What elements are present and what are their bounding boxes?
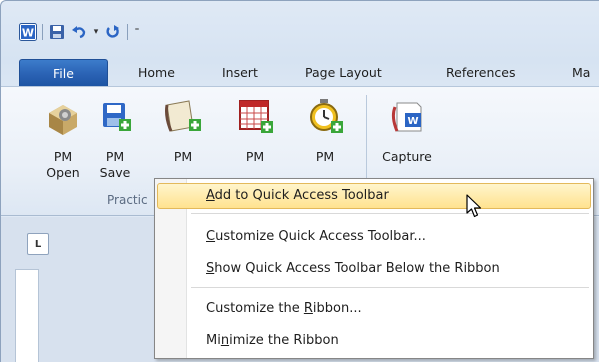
pm-save-button[interactable]: PM Save [93, 87, 137, 192]
svg-text:W: W [407, 116, 418, 127]
pm-open-icon [49, 105, 77, 135]
context-menu: Add to Quick Access Toolbar Customize Qu… [154, 178, 594, 359]
menu-item-minimize-ribbon[interactable]: Minimize the Ribbon [157, 328, 591, 354]
save-icon[interactable] [46, 22, 68, 42]
qat-separator [42, 24, 43, 40]
qat-separator [127, 24, 128, 40]
tab-home[interactable]: Home [138, 59, 175, 86]
svg-text:W: W [22, 27, 34, 40]
customize-qat-icon[interactable]: ⁼ [131, 27, 143, 37]
tab-stop-icon: L [34, 238, 42, 250]
undo-icon[interactable] [68, 22, 90, 42]
tab-references[interactable]: References [446, 59, 515, 86]
pm-notes-label: PM [173, 149, 193, 164]
pm-save-icon [103, 103, 131, 131]
pm-notes-button[interactable]: PM [161, 87, 205, 192]
pm-timer-icon [310, 99, 343, 133]
word-app-icon[interactable]: W [17, 22, 39, 42]
pm-calendar-button[interactable]: PM [233, 87, 277, 192]
menu-item-add-to-qat[interactable]: Add to Quick Access Toolbar [157, 183, 591, 209]
capture-button[interactable]: W Capture [379, 87, 435, 192]
menu-item-customize-ribbon[interactable]: Customize the Ribbon... [157, 296, 591, 322]
pm-timer-button[interactable]: PM [303, 87, 347, 192]
ribbon-tabs: File Home Insert Page Layout References … [1, 59, 599, 86]
capture-icon: W [391, 102, 422, 132]
pm-save-label: PM Save [99, 149, 131, 180]
ribbon-group-label: Practic [107, 193, 148, 207]
pm-calendar-icon [239, 100, 273, 133]
word-window: W ▾ ⁼ File Home Insert Page Layout Refer… [0, 0, 599, 362]
repeat-icon[interactable] [102, 22, 124, 42]
tab-selector-button[interactable]: L [27, 233, 49, 255]
menu-item-customize-qat[interactable]: Customize Quick Access Toolbar... [157, 224, 591, 250]
pm-calendar-label: PM [245, 149, 265, 164]
tab-page-layout[interactable]: Page Layout [305, 59, 382, 86]
mouse-cursor-icon [466, 194, 482, 218]
menu-separator [191, 287, 589, 288]
quick-access-toolbar: W ▾ ⁼ [17, 21, 143, 43]
tab-mailings[interactable]: Ma [572, 59, 590, 86]
undo-dropdown-icon[interactable]: ▾ [90, 27, 102, 37]
tab-file[interactable]: File [19, 59, 108, 86]
tab-insert[interactable]: Insert [222, 59, 258, 86]
pm-open-label: PM Open [46, 149, 80, 180]
pm-open-button[interactable]: PM Open [41, 87, 85, 192]
menu-separator [191, 213, 589, 214]
menu-item-show-qat-below[interactable]: Show Quick Access Toolbar Below the Ribb… [157, 256, 591, 282]
pm-notes-icon [165, 100, 201, 132]
pm-timer-label: PM [315, 149, 335, 164]
capture-label: Capture [382, 149, 432, 164]
vertical-ruler [15, 269, 39, 362]
